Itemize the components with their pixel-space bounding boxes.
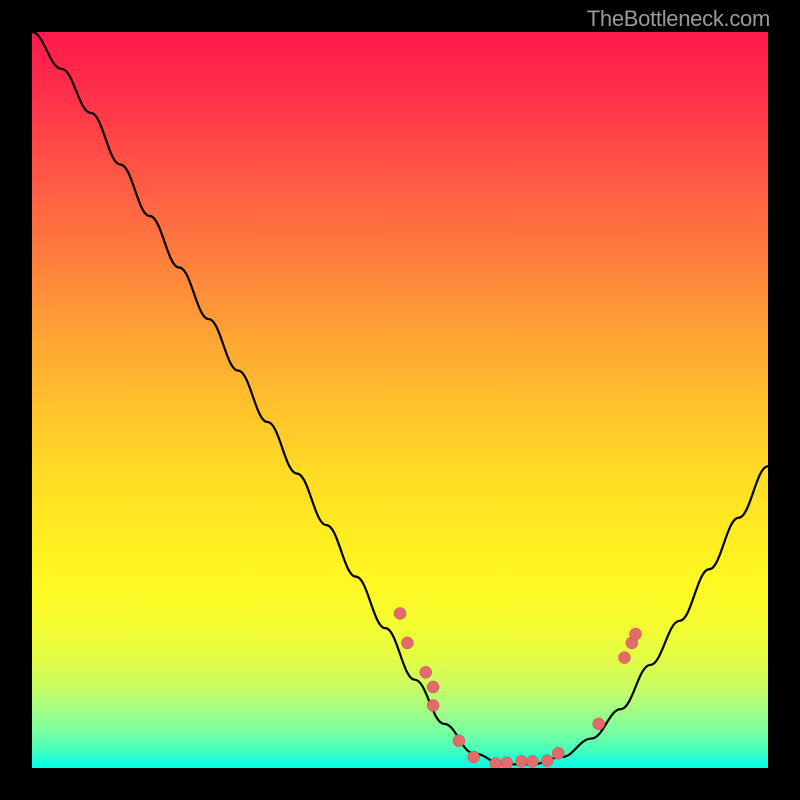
data-markers xyxy=(394,607,642,768)
data-point xyxy=(490,758,502,768)
data-point xyxy=(468,751,480,763)
plot-area xyxy=(32,32,768,768)
watermark-text: TheBottleneck.com xyxy=(587,6,770,32)
data-point xyxy=(394,607,406,619)
data-point xyxy=(618,652,630,664)
data-point xyxy=(401,637,413,649)
data-point xyxy=(427,681,439,693)
data-point xyxy=(453,735,465,747)
data-point xyxy=(630,628,642,640)
data-point xyxy=(526,755,538,767)
data-point xyxy=(515,755,527,767)
data-point xyxy=(501,757,513,768)
data-point xyxy=(420,666,432,678)
chart-container: TheBottleneck.com xyxy=(0,0,800,800)
chart-svg xyxy=(32,32,768,768)
data-point xyxy=(593,718,605,730)
bottleneck-curve xyxy=(32,32,768,764)
data-point xyxy=(427,699,439,711)
data-point xyxy=(552,747,564,759)
data-point xyxy=(541,755,553,767)
